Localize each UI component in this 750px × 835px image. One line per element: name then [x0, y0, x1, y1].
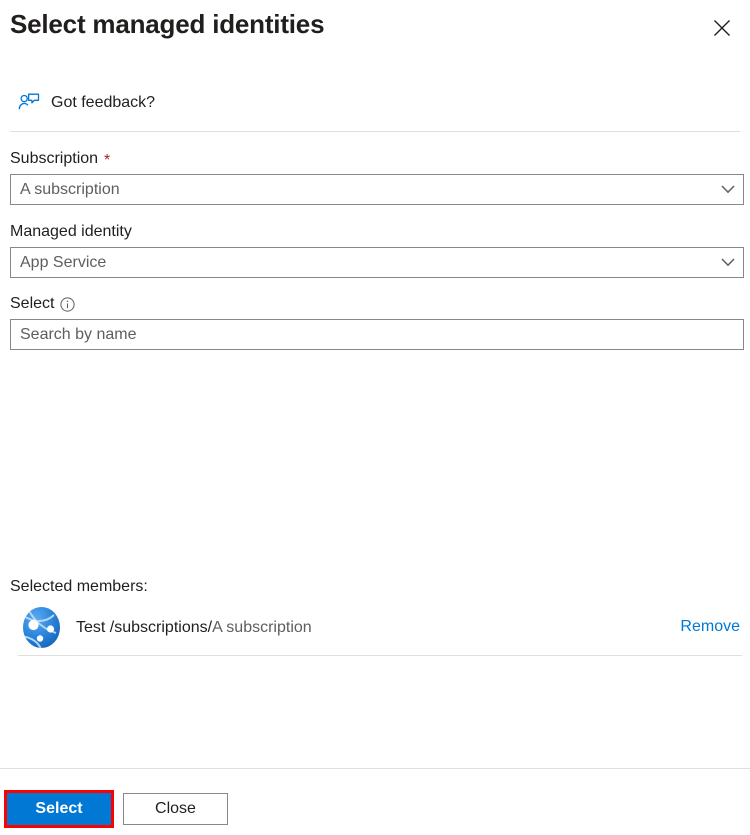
- got-feedback-label: Got feedback?: [51, 94, 156, 111]
- selected-members-heading: Selected members:: [10, 578, 148, 595]
- remove-member-button[interactable]: Remove: [680, 618, 740, 636]
- search-input-wrapper[interactable]: [10, 319, 744, 350]
- form-area: Subscription * A subscription Managed id…: [0, 150, 750, 350]
- footer-divider: [0, 768, 750, 769]
- member-subscription-path: /subscriptions/A subscription: [110, 619, 312, 636]
- close-dialog-button[interactable]: [706, 12, 738, 44]
- subscription-dropdown[interactable]: A subscription: [10, 174, 744, 205]
- close-icon: [713, 19, 731, 37]
- subscription-selected-value: A subscription: [20, 180, 120, 198]
- header-divider: [10, 131, 740, 132]
- member-divider: [18, 655, 742, 656]
- member-subscription-name: A subscription: [212, 618, 312, 636]
- info-icon[interactable]: [60, 296, 76, 312]
- got-feedback-link[interactable]: Got feedback?: [18, 92, 155, 114]
- subscription-label: Subscription *: [10, 150, 750, 169]
- footer-actions: Select Close: [0, 790, 228, 828]
- app-service-icon: [20, 606, 63, 649]
- subscription-label-text: Subscription: [10, 150, 99, 167]
- managed-identity-dropdown[interactable]: App Service: [10, 247, 744, 278]
- dialog-header: Select managed identities: [0, 0, 750, 70]
- search-input[interactable]: [11, 320, 743, 349]
- feedback-person-icon: [18, 92, 40, 114]
- member-info: Test /subscriptions/A subscription: [76, 617, 680, 638]
- managed-identity-label-text: Managed identity: [10, 223, 132, 240]
- select-label: Select: [10, 295, 750, 313]
- subscription-field: Subscription * A subscription: [0, 150, 750, 205]
- member-name: Test: [76, 618, 106, 636]
- member-path: /subscriptions/: [109, 618, 213, 636]
- list-item: Test /subscriptions/A subscription Remov…: [0, 602, 750, 652]
- select-label-text: Select: [10, 295, 55, 312]
- required-asterisk: *: [104, 152, 111, 169]
- chevron-down-icon: [713, 185, 743, 194]
- page-title: Select managed identities: [10, 9, 325, 39]
- managed-identity-field: Managed identity App Service: [0, 223, 750, 278]
- close-button[interactable]: Close: [123, 793, 228, 825]
- selected-members-section: Selected members: Test /subscriptions/A …: [0, 578, 750, 656]
- managed-identity-label: Managed identity: [10, 223, 750, 241]
- chevron-down-icon: [713, 258, 743, 267]
- select-button[interactable]: Select: [7, 793, 111, 825]
- managed-identity-selected-value: App Service: [20, 253, 107, 271]
- select-button-highlight: Select: [4, 790, 114, 828]
- select-search-field: Select: [0, 295, 750, 350]
